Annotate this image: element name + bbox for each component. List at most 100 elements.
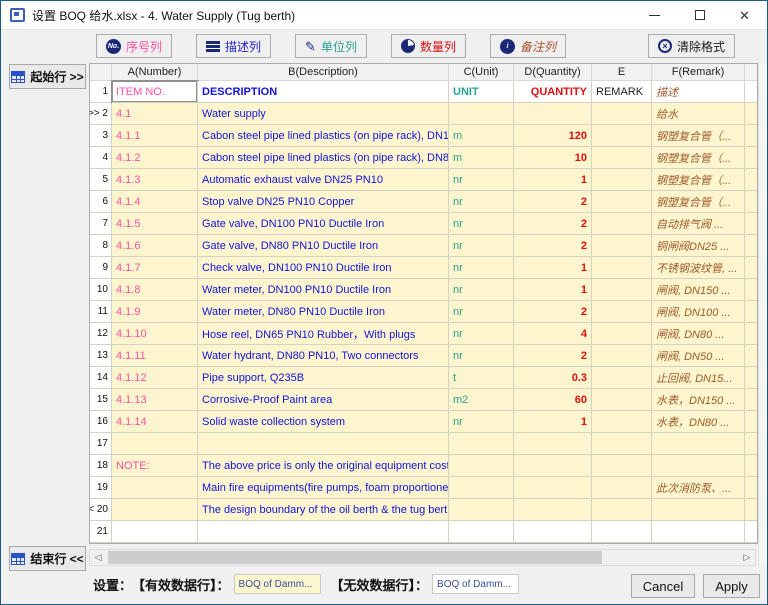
cell-c[interactable]: UNIT	[449, 81, 514, 103]
cell-c[interactable]: nr	[449, 235, 514, 257]
cell-a[interactable]: 4.1.5	[112, 213, 198, 235]
cell-extra[interactable]	[745, 169, 757, 191]
cell-f[interactable]: 闸阀, DN100 ...	[652, 301, 745, 323]
cell-d[interactable]: 0.3	[514, 367, 592, 389]
cell-a[interactable]: 4.1.7	[112, 257, 198, 279]
cell-d[interactable]: 1	[514, 169, 592, 191]
row-number[interactable]: 4	[90, 147, 112, 169]
cell-b[interactable]: Solid waste collection system	[198, 411, 449, 433]
row-number[interactable]: 19	[90, 477, 112, 499]
row-number[interactable]: 17	[90, 433, 112, 455]
cell-c[interactable]	[449, 499, 514, 521]
cell-c[interactable]: m	[449, 125, 514, 147]
cell-e[interactable]	[592, 169, 652, 191]
scroll-left-arrow-icon[interactable]: ◁	[90, 550, 106, 565]
cell-c[interactable]: nr	[449, 191, 514, 213]
cell-f[interactable]: 水表，DN150 ...	[652, 389, 745, 411]
cell-a[interactable]: 4.1.10	[112, 323, 198, 345]
cell-a[interactable]: 4.1.12	[112, 367, 198, 389]
cell-extra[interactable]	[745, 257, 757, 279]
cell-f[interactable]: 不锈钢波纹管, ...	[652, 257, 745, 279]
cell-f[interactable]: 钢塑复合管（...	[652, 191, 745, 213]
cell-extra[interactable]	[745, 477, 757, 499]
row-number[interactable]: 6	[90, 191, 112, 213]
invalid-rows-field[interactable]: BOQ of Damm...	[432, 574, 519, 594]
cell-c[interactable]	[449, 477, 514, 499]
cell-c[interactable]: nr	[449, 323, 514, 345]
cell-extra[interactable]	[745, 235, 757, 257]
cell-extra[interactable]	[745, 455, 757, 477]
cell-a[interactable]	[112, 499, 198, 521]
cell-d[interactable]: 1	[514, 279, 592, 301]
cell-c[interactable]	[449, 433, 514, 455]
cell-extra[interactable]	[745, 389, 757, 411]
horizontal-scrollbar[interactable]: ◁ ▷	[89, 549, 756, 566]
cell-b[interactable]: Water meter, DN100 PN10 Ductile Iron	[198, 279, 449, 301]
cell-extra[interactable]	[745, 279, 757, 301]
cell-f[interactable]: 铜闸阀DN25 ...	[652, 235, 745, 257]
cell-d[interactable]: 2	[514, 235, 592, 257]
row-number[interactable]: 8	[90, 235, 112, 257]
cell-c[interactable]	[449, 455, 514, 477]
cell-d[interactable]	[514, 521, 592, 543]
cell-d[interactable]	[514, 433, 592, 455]
cell-f[interactable]: 钢塑复合管（...	[652, 147, 745, 169]
cell-e[interactable]	[592, 213, 652, 235]
cell-e[interactable]	[592, 323, 652, 345]
cancel-button[interactable]: Cancel	[631, 574, 695, 598]
cell-b[interactable]: Cabon steel pipe lined plastics (on pipe…	[198, 125, 449, 147]
cell-e[interactable]	[592, 521, 652, 543]
unit-column-button[interactable]: ✎ 单位列	[295, 34, 367, 58]
row-number[interactable]: 3	[90, 125, 112, 147]
cell-b[interactable]: Automatic exhaust valve DN25 PN10	[198, 169, 449, 191]
row-number[interactable]: 7	[90, 213, 112, 235]
corner-cell[interactable]	[90, 64, 112, 81]
cell-c[interactable]: m2	[449, 389, 514, 411]
cell-c[interactable]: m	[449, 147, 514, 169]
cell-f[interactable]	[652, 521, 745, 543]
cell-e[interactable]	[592, 433, 652, 455]
row-number[interactable]: >> 2	[90, 103, 112, 125]
cell-a[interactable]	[112, 521, 198, 543]
row-number[interactable]: 1	[90, 81, 112, 103]
cell-d[interactable]: 1	[514, 411, 592, 433]
cell-e[interactable]	[592, 125, 652, 147]
cell-extra[interactable]	[745, 147, 757, 169]
cell-c[interactable]: nr	[449, 345, 514, 367]
cell-extra[interactable]	[745, 499, 757, 521]
column-header-f[interactable]: F(Remark)	[652, 64, 745, 81]
cell-f[interactable]: 描述	[652, 81, 745, 103]
row-number[interactable]: << 20	[90, 499, 112, 521]
cell-a[interactable]: 4.1.2	[112, 147, 198, 169]
cell-d[interactable]: 2	[514, 213, 592, 235]
start-row-button[interactable]: 起始行 >>	[9, 64, 86, 89]
cell-extra[interactable]	[745, 81, 757, 103]
row-number[interactable]: 5	[90, 169, 112, 191]
cell-e[interactable]	[592, 345, 652, 367]
cell-e[interactable]	[592, 257, 652, 279]
cell-b[interactable]: Water meter, DN80 PN10 Ductile Iron	[198, 301, 449, 323]
cell-b[interactable]: Pipe support, Q235B	[198, 367, 449, 389]
row-number[interactable]: 16	[90, 411, 112, 433]
horizontal-scrollbar-thumb[interactable]	[108, 551, 602, 564]
cell-d[interactable]: 10	[514, 147, 592, 169]
cell-b[interactable]	[198, 521, 449, 543]
column-header-b[interactable]: B(Description)	[198, 64, 449, 81]
cell-extra[interactable]	[745, 521, 757, 543]
cell-a[interactable]	[112, 477, 198, 499]
cell-c[interactable]: t	[449, 367, 514, 389]
cell-f[interactable]: 止回阀, DN15...	[652, 367, 745, 389]
cell-b[interactable]: Corrosive-Proof Paint area	[198, 389, 449, 411]
row-number[interactable]: 13	[90, 345, 112, 367]
cell-extra[interactable]	[745, 367, 757, 389]
cell-extra[interactable]	[745, 103, 757, 125]
cell-a[interactable]: NOTE:	[112, 455, 198, 477]
remark-column-button[interactable]: i 备注列	[490, 34, 566, 58]
cell-a[interactable]: 4.1.14	[112, 411, 198, 433]
cell-b[interactable]: Cabon steel pipe lined plastics (on pipe…	[198, 147, 449, 169]
row-number[interactable]: 10	[90, 279, 112, 301]
close-button[interactable]: ✕	[722, 1, 767, 29]
cell-b[interactable]: The design boundary of the oil berth & t…	[198, 499, 449, 521]
cell-b[interactable]: Gate valve, DN100 PN10 Ductile Iron	[198, 213, 449, 235]
cell-d[interactable]	[514, 103, 592, 125]
